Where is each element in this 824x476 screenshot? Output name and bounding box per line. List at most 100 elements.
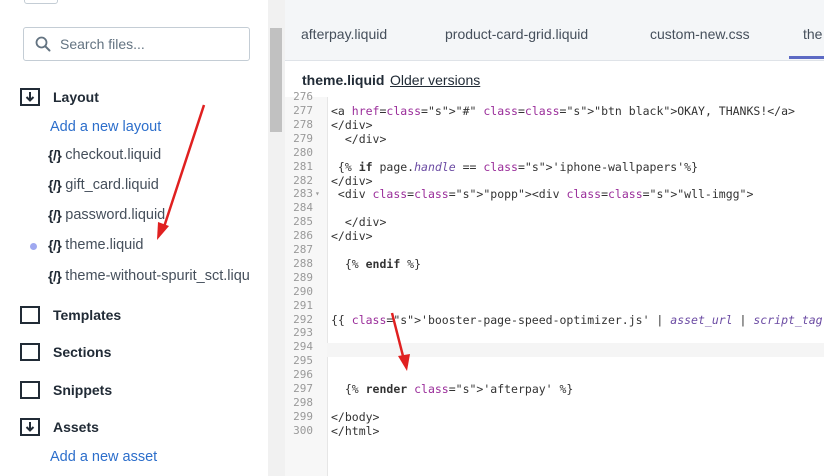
code-line[interactable]: 297 {% render class="s">'afterpay' %} [285, 382, 824, 396]
folder-snippets[interactable]: Snippets [20, 378, 112, 402]
line-number: 288 [293, 256, 313, 270]
code-line[interactable]: 287 [285, 243, 824, 257]
folder-assets[interactable]: Assets [20, 415, 99, 439]
line-number: 278 [293, 117, 313, 131]
code-text: </div> [331, 229, 373, 244]
line-number: 280 [293, 145, 313, 159]
file-item-theme[interactable]: {/} theme.liquid [48, 237, 143, 253]
code-text: </div> [331, 131, 387, 146]
file-item-gift-card[interactable]: {/} gift_card.liquid [48, 177, 159, 193]
code-text: </div> [331, 117, 373, 132]
code-line[interactable]: 290 [285, 285, 824, 299]
folder-open-icon [20, 88, 40, 106]
folder-icon [20, 343, 40, 361]
line-number: 282 [293, 173, 313, 187]
code-text: </div> [331, 173, 373, 188]
older-versions-link[interactable]: Older versions [390, 72, 480, 88]
current-file-name: theme.liquid [302, 72, 385, 88]
folder-label: Templates [53, 307, 122, 323]
file-name: password.liquid [65, 207, 166, 223]
code-line[interactable]: 295 [285, 354, 824, 368]
line-number: 287 [293, 243, 313, 256]
liquid-file-icon: {/} [48, 237, 62, 253]
code-line[interactable]: 277 <a href=class="s">"#" class=class="s"… [285, 104, 824, 118]
scrollbar-thumb[interactable] [270, 28, 282, 132]
code-text: </html> [331, 423, 380, 438]
folder-icon [20, 381, 40, 399]
code-line[interactable]: 285 </div> [285, 215, 824, 229]
line-number: 293 [293, 326, 313, 340]
code-line[interactable]: 282 </div> [285, 174, 824, 188]
line-number: 300 [293, 423, 313, 437]
code-line[interactable]: 298 [285, 396, 824, 410]
line-number: 283 [293, 187, 313, 201]
folder-templates[interactable]: Templates [20, 303, 121, 327]
tab-bar: afterpay.liquid product-card-grid.liquid… [285, 0, 824, 61]
code-line[interactable]: 280 [285, 146, 824, 160]
liquid-file-icon: {/} [48, 207, 62, 223]
file-item-password[interactable]: {/} password.liquid [48, 207, 165, 223]
code-text: <div class=class="s">"popp"><div class=c… [331, 187, 754, 202]
code-line[interactable]: 299 </body> [285, 410, 824, 424]
code-text: </body> [331, 409, 380, 424]
add-layout-link[interactable]: Add a new layout [50, 119, 161, 135]
file-name: theme.liquid [65, 237, 144, 253]
line-number: 297 [293, 382, 313, 395]
file-name: gift_card.liquid [65, 177, 159, 193]
line-number: 284 [293, 201, 313, 215]
fold-chevron-icon[interactable]: ▾ [315, 187, 320, 201]
folder-label: Layout [53, 89, 99, 105]
code-area[interactable]: 276 277 <a href=class="s">"#" class=class… [285, 90, 824, 476]
code-line[interactable]: 278 </div> [285, 118, 824, 132]
file-item-theme-without-spurit[interactable]: {/} theme-without-spurit_sct.liqu [48, 268, 250, 284]
code-line[interactable]: 293 [285, 326, 824, 340]
add-asset-link[interactable]: Add a new asset [50, 449, 157, 465]
code-line[interactable]: 286 </div> [285, 229, 824, 243]
folder-label: Snippets [53, 382, 113, 398]
code-line[interactable]: 294 [285, 340, 824, 354]
code-line[interactable]: 292 {{ class="s">'booster-page-speed-opti… [285, 313, 824, 327]
file-name: checkout.liquid [65, 147, 162, 163]
folder-icon [20, 306, 40, 324]
code-line[interactable]: 300 </html> [285, 424, 824, 438]
code-line[interactable]: 283 ▾ <div class=class="s">"popp"><div cl… [285, 187, 824, 201]
search-input[interactable] [60, 34, 240, 54]
code-line[interactable]: 289 [285, 271, 824, 285]
code-text: {{ class="s">'booster-page-speed-optimiz… [331, 312, 823, 327]
line-number: 291 [293, 298, 313, 312]
code-line-partial: 276 [293, 90, 313, 103]
line-number: 279 [293, 131, 313, 145]
sidebar-scrollbar[interactable] [268, 0, 285, 476]
code-text: {% if page.handle == class="s">'iphone-w… [331, 159, 698, 174]
code-text: <a href=class="s">"#" class=class="s">"b… [331, 104, 795, 118]
tab-afterpay[interactable]: afterpay.liquid [301, 26, 387, 42]
line-number: 289 [293, 270, 313, 284]
sidebar-top-button[interactable] [24, 0, 58, 4]
code-line[interactable]: 296 [285, 368, 824, 382]
code-text: </div> [331, 215, 387, 230]
line-number: 281 [293, 159, 313, 173]
code-line[interactable]: 291 [285, 299, 824, 313]
file-sidebar: Layout Add a new layout {/} checkout.liq… [0, 0, 268, 476]
folder-label: Sections [53, 344, 112, 360]
line-number: 285 [293, 215, 313, 229]
tab-custom-new-css[interactable]: custom-new.css [650, 26, 750, 42]
code-line[interactable]: 279 </div> [285, 132, 824, 146]
folder-layout[interactable]: Layout [20, 85, 99, 109]
file-name: theme-without-spurit_sct.liqu [65, 268, 250, 284]
file-item-checkout[interactable]: {/} checkout.liquid [48, 147, 161, 163]
line-number: 295 [293, 354, 313, 368]
search-box[interactable] [23, 27, 250, 61]
active-tab-indicator [789, 56, 824, 59]
code-line[interactable]: 284 [285, 201, 824, 215]
tab-product-card-grid[interactable]: product-card-grid.liquid [445, 26, 588, 42]
code-line[interactable]: 288 {% endif %} [285, 257, 824, 271]
folder-sections[interactable]: Sections [20, 340, 111, 364]
line-number: 292 [293, 312, 313, 326]
code-line[interactable]: 281 {% if page.handle == class="s">'ipho… [285, 160, 824, 174]
line-number: 277 [293, 104, 313, 117]
tab-theme[interactable]: the [803, 26, 822, 42]
line-number: 299 [293, 409, 313, 423]
folder-label: Assets [53, 419, 99, 435]
code-text: {% endif %} [331, 256, 422, 271]
